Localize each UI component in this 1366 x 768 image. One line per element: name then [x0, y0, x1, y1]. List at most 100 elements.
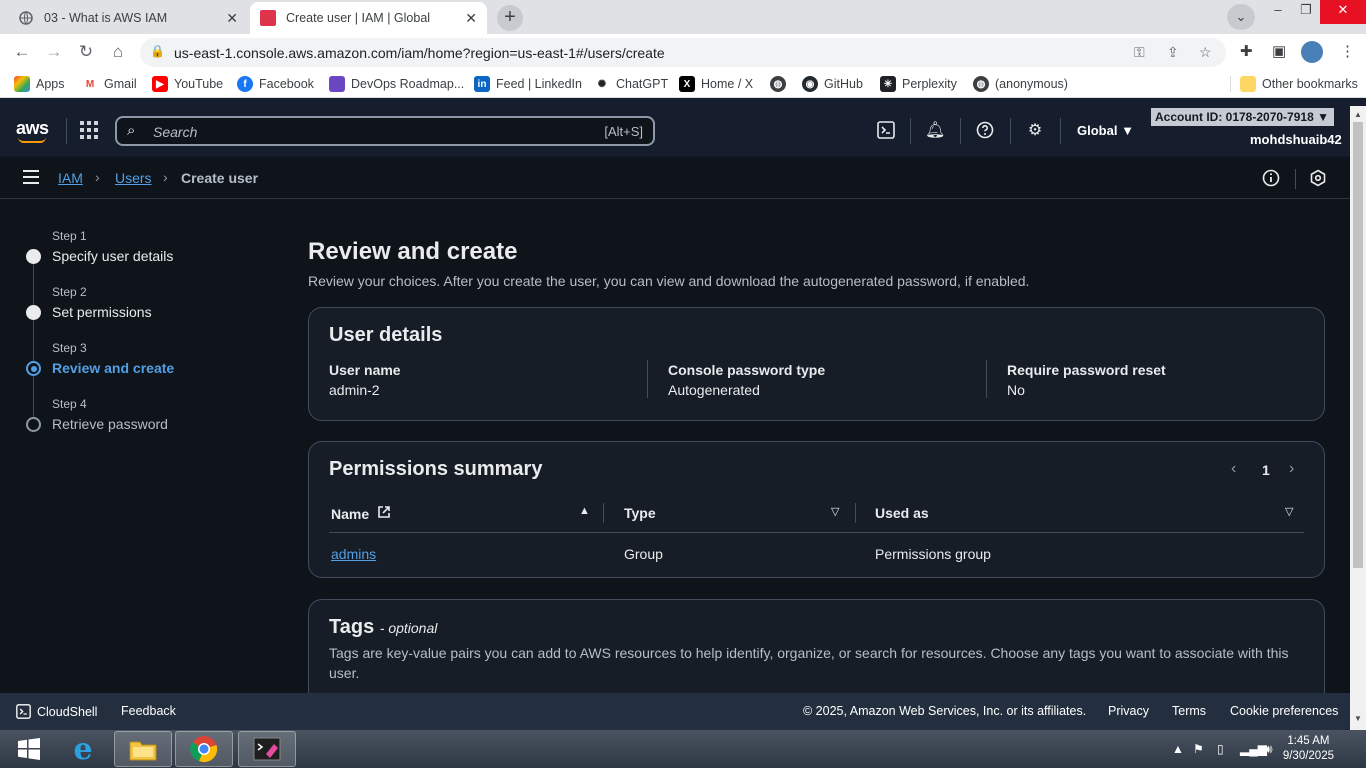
device-icon[interactable]: ▯ — [1217, 742, 1224, 756]
column-header-used-as[interactable]: Used as — [875, 505, 929, 521]
search-input[interactable]: ⌕ Search [Alt+S] — [115, 116, 655, 146]
key-icon[interactable]: ⚿ — [1134, 44, 1145, 61]
hamburger-menu-icon[interactable] — [23, 170, 39, 184]
home-icon[interactable]: ⌂ — [106, 40, 130, 64]
share-icon[interactable]: ⇪ — [1167, 44, 1179, 61]
browser-tab-active[interactable]: Create user | IAM | Global ✕ — [250, 2, 487, 34]
divider — [960, 118, 961, 144]
services-grid-icon[interactable] — [80, 121, 98, 139]
address-bar[interactable]: 🔒 us-east-1.console.aws.amazon.com/iam/h… — [140, 38, 1226, 67]
bookmark-facebook[interactable]: f Facebook — [237, 76, 314, 92]
scroll-up-icon[interactable]: ▲ — [1354, 110, 1362, 119]
breadcrumb-users[interactable]: Users — [115, 170, 152, 186]
menu-kebab-icon[interactable]: ⋮ — [1340, 42, 1355, 60]
terminal-app-icon[interactable] — [238, 731, 296, 767]
feedback-link[interactable]: Feedback — [121, 704, 176, 718]
divider — [986, 360, 987, 398]
column-header-type[interactable]: Type — [624, 505, 656, 521]
bookmark-globe[interactable]: ◍ — [770, 76, 792, 92]
divider — [66, 118, 67, 144]
file-explorer-icon[interactable] — [114, 731, 172, 767]
step-label: Step 2 — [52, 285, 87, 299]
chevron-right-icon[interactable]: › — [1289, 460, 1294, 478]
bookmark-label: Feed | LinkedIn — [496, 77, 582, 91]
windows-start-icon[interactable] — [0, 731, 58, 767]
show-hidden-icons-icon[interactable]: ▲ — [1172, 742, 1184, 756]
action-center-flag-icon[interactable]: ⚑ — [1193, 742, 1204, 756]
profile-avatar[interactable] — [1301, 41, 1323, 63]
network-signal-icon[interactable]: ▂▄▆ — [1240, 742, 1267, 756]
scroll-down-icon[interactable]: ▼ — [1354, 714, 1362, 723]
sort-ascending-icon[interactable]: ▲ — [579, 505, 590, 517]
page-scrollbar[interactable]: ▲ ▼ — [1350, 106, 1366, 730]
internet-explorer-icon[interactable]: e — [54, 731, 112, 767]
bookmark-anonymous[interactable]: ◍ (anonymous) — [973, 76, 1068, 92]
page-number[interactable]: 1 — [1262, 462, 1270, 478]
search-placeholder: Search — [153, 124, 198, 140]
other-bookmarks[interactable]: Other bookmarks — [1230, 76, 1358, 92]
forward-arrow-icon[interactable]: → — [42, 40, 66, 64]
step-pending-dot — [26, 417, 41, 432]
sort-descending-icon[interactable]: ▽ — [1285, 505, 1293, 518]
bookmark-label: YouTube — [174, 77, 224, 91]
step-link-set-permissions[interactable]: Set permissions — [52, 304, 152, 320]
step-done-dot — [26, 249, 41, 264]
terms-link[interactable]: Terms — [1172, 704, 1206, 718]
account-id-badge[interactable]: Account ID: 0178-2070-7918 ▼ — [1151, 108, 1334, 126]
minimize-button[interactable]: – — [1264, 0, 1292, 24]
chevron-left-icon[interactable]: ‹ — [1231, 460, 1236, 478]
cookie-preferences-link[interactable]: Cookie preferences — [1230, 704, 1338, 718]
region-selector[interactable]: Global ▼ — [1077, 123, 1134, 138]
privacy-link[interactable]: Privacy — [1108, 704, 1149, 718]
cloudshell-icon[interactable] — [876, 121, 896, 141]
group-link-admins[interactable]: admins — [331, 546, 376, 562]
chatgpt-icon: ✺ — [597, 78, 607, 90]
bookmark-linkedin[interactable]: in Feed | LinkedIn — [474, 76, 582, 92]
tab-search-button[interactable]: ⌄ — [1227, 4, 1255, 30]
settings-hexagon-icon[interactable] — [1309, 169, 1327, 192]
chrome-icon[interactable] — [175, 731, 233, 767]
extensions-puzzle-icon[interactable]: ✚ — [1240, 42, 1253, 60]
bookmark-gmail[interactable]: M Gmail — [82, 76, 137, 92]
bookmark-devops-roadmap[interactable]: DevOps Roadmap... — [329, 76, 464, 92]
close-tab-icon[interactable]: ✕ — [465, 10, 477, 27]
username-menu[interactable]: mohdshuaib42 — [1250, 132, 1342, 147]
info-icon[interactable] — [1262, 169, 1280, 192]
bookmark-x[interactable]: X Home / X — [679, 76, 753, 92]
divider — [1295, 169, 1296, 189]
aws-logo[interactable]: aws — [16, 118, 49, 143]
cloudshell-button[interactable]: CloudShell — [16, 704, 97, 719]
bell-icon[interactable]: 🔔︎ — [925, 121, 945, 141]
permissions-summary-card: Permissions summary ‹ 1 › Name ▲ Type ▽ … — [308, 441, 1325, 578]
bookmark-star-icon[interactable]: ☆ — [1199, 44, 1212, 61]
bookmark-youtube[interactable]: ▶ YouTube — [152, 76, 223, 92]
maximize-button[interactable]: ❐ — [1292, 0, 1320, 24]
tab-title: 03 - What is AWS IAM — [44, 11, 168, 25]
step-connector — [33, 319, 34, 361]
browser-tab[interactable]: 03 - What is AWS IAM ✕ — [8, 2, 248, 34]
column-header-name[interactable]: Name — [331, 505, 391, 522]
bookmark-perplexity[interactable]: ✳ Perplexity — [880, 76, 957, 92]
close-tab-icon[interactable]: ✕ — [226, 10, 238, 27]
back-arrow-icon[interactable]: ← — [10, 40, 34, 64]
bookmark-github[interactable]: ◉ GitHub — [802, 76, 863, 92]
scrollbar-thumb[interactable] — [1353, 122, 1363, 568]
bookmark-label: Home / X — [701, 77, 754, 91]
field-value-password-type: Autogenerated — [668, 382, 760, 398]
side-panel-icon[interactable]: ▣ — [1272, 42, 1286, 60]
close-window-button[interactable]: ✕ — [1320, 0, 1366, 24]
bookmark-chatgpt[interactable]: ✺ ChatGPT — [594, 76, 668, 92]
gear-icon[interactable]: ⚙ — [1025, 121, 1045, 141]
breadcrumb-iam[interactable]: IAM — [58, 170, 83, 186]
breadcrumb-bar: IAM › Users › Create user — [0, 157, 1350, 199]
help-icon[interactable] — [975, 121, 995, 141]
clock-date: 9/30/2025 — [1282, 750, 1334, 762]
step-link-specify-user-details[interactable]: Specify user details — [52, 248, 173, 264]
bookmark-apps[interactable]: Apps — [14, 76, 65, 92]
volume-icon[interactable]: 🔊︎ — [1265, 742, 1273, 757]
reload-icon[interactable]: ↻ — [74, 40, 98, 64]
globe-icon: ◍ — [973, 76, 989, 92]
sort-descending-icon[interactable]: ▽ — [831, 505, 839, 518]
new-tab-button[interactable]: + — [497, 5, 523, 31]
system-clock[interactable]: 1:45 AM 9/30/2025 — [1283, 734, 1334, 764]
